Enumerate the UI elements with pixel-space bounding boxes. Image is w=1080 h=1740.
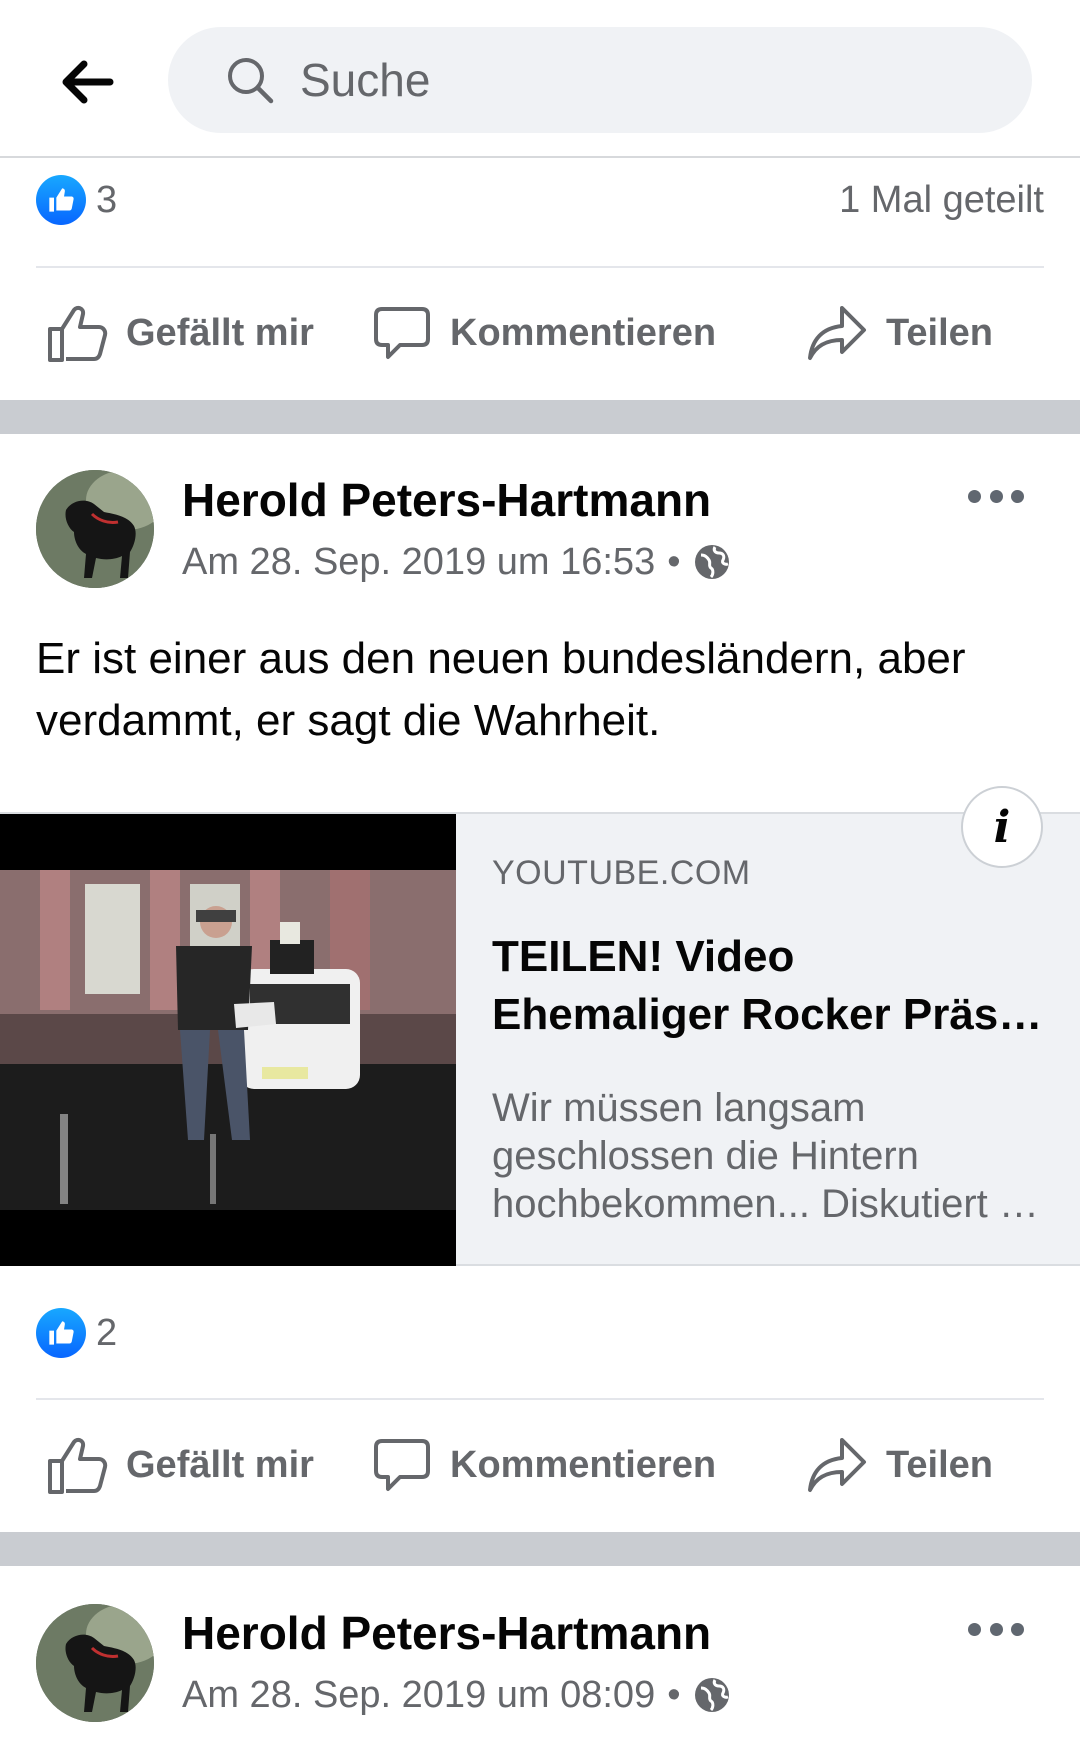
- divider: [36, 1398, 1044, 1400]
- share-button[interactable]: Teilen: [806, 293, 993, 373]
- link-desc-line3: hochbekommen... Diskutiert mit: [492, 1182, 1048, 1226]
- search-icon: [228, 58, 274, 104]
- info-icon[interactable]: i: [961, 786, 1043, 868]
- post-timestamp[interactable]: Am 28. Sep. 2019 um 08:09: [182, 1670, 655, 1720]
- like-label: Gefällt mir: [126, 1443, 314, 1486]
- share-label: Teilen: [886, 1443, 993, 1486]
- more-dots-icon[interactable]: [968, 1614, 1024, 1644]
- share-arrow-icon: [808, 306, 866, 360]
- post-meta: Am 28. Sep. 2019 um 08:09 •: [182, 1670, 731, 1720]
- thumbs-up-icon: [48, 1437, 108, 1494]
- reaction-count[interactable]: 2: [96, 1308, 117, 1358]
- post-author[interactable]: Herold Peters-Hartmann: [182, 472, 711, 528]
- post-text: Er ist einer aus den neuen bundesländern…: [36, 634, 966, 745]
- search-placeholder: Suche: [300, 54, 431, 106]
- comment-button[interactable]: Kommentieren: [372, 293, 716, 373]
- like-button[interactable]: Gefällt mir: [46, 293, 314, 373]
- comment-label: Kommentieren: [450, 311, 717, 354]
- globe-icon: [694, 1678, 729, 1712]
- more-dots-icon[interactable]: [968, 481, 1024, 511]
- link-domain: YOUTUBE.COM: [492, 854, 751, 892]
- link-desc-line2: geschlossen die Hintern: [492, 1134, 919, 1178]
- link-title-line2: Ehemaliger Rocker Präsentiert: [492, 990, 1052, 1039]
- globe-icon: [694, 545, 729, 579]
- back-arrow-icon: [62, 60, 114, 104]
- reaction-count[interactable]: 3: [96, 175, 117, 225]
- meta-separator: •: [667, 1674, 681, 1716]
- link-title[interactable]: TEILEN! Video Ehemaliger Rocker Präsenti…: [492, 928, 1052, 1044]
- like-reaction-icon[interactable]: [36, 175, 86, 225]
- comment-icon: [374, 1439, 430, 1491]
- feed-separator: [0, 1532, 1080, 1566]
- like-button[interactable]: Gefällt mir: [46, 1425, 314, 1505]
- comment-icon: [374, 307, 430, 359]
- top-bar: Suche: [0, 0, 1080, 158]
- like-reaction-icon[interactable]: [36, 1308, 86, 1358]
- feed-separator: [0, 400, 1080, 434]
- divider: [36, 266, 1044, 268]
- comment-label: Kommentieren: [450, 1443, 717, 1486]
- like-label: Gefällt mir: [126, 311, 314, 354]
- back-button[interactable]: [52, 52, 122, 112]
- post-author[interactable]: Herold Peters-Hartmann: [182, 1605, 711, 1661]
- post-timestamp[interactable]: Am 28. Sep. 2019 um 16:53: [182, 537, 655, 587]
- share-arrow-icon: [808, 1438, 866, 1492]
- link-preview-card[interactable]: YOUTUBE.COM TEILEN! Video Ehemaliger Roc…: [0, 786, 1080, 1266]
- link-title-line1: TEILEN! Video: [492, 932, 795, 981]
- link-desc-line1: Wir müssen langsam: [492, 1086, 866, 1130]
- share-button[interactable]: Teilen: [806, 1425, 993, 1505]
- link-description: Wir müssen langsam geschlossen die Hinte…: [492, 1084, 1048, 1228]
- comment-button[interactable]: Kommentieren: [372, 1425, 716, 1505]
- share-count[interactable]: 1 Mal geteilt: [839, 175, 1044, 225]
- share-label: Teilen: [886, 311, 993, 354]
- meta-separator: •: [667, 541, 681, 583]
- video-thumbnail[interactable]: [0, 814, 456, 1266]
- thumbs-up-icon: [48, 305, 108, 362]
- avatar[interactable]: [36, 1604, 154, 1722]
- search-input[interactable]: Suche: [168, 27, 1032, 133]
- avatar[interactable]: [36, 470, 154, 588]
- post-meta: Am 28. Sep. 2019 um 16:53 •: [182, 537, 731, 587]
